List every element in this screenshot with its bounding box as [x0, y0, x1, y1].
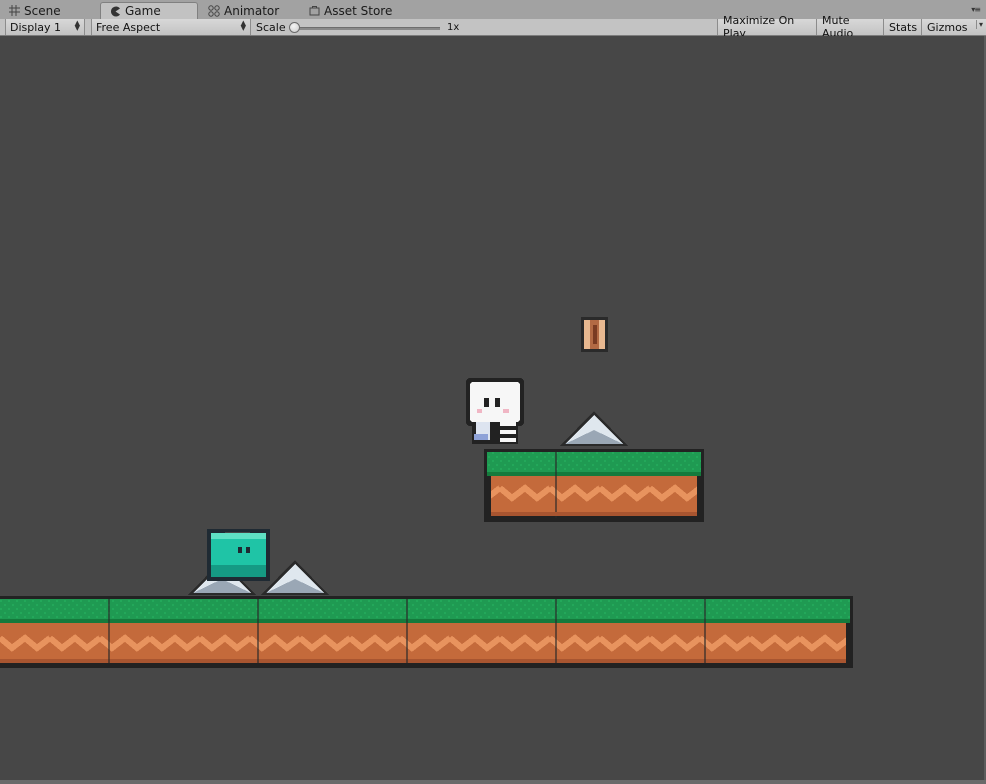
tab-menu-icon[interactable]: ▾≡: [971, 5, 981, 14]
scale-value: 1x: [447, 21, 460, 33]
floating-platform: [484, 449, 704, 522]
stats-toggle[interactable]: Stats: [883, 19, 921, 35]
enemy-character: [207, 529, 270, 581]
ground-platform: [0, 596, 853, 668]
bottom-edge: [0, 780, 986, 784]
tab-label: Animator: [224, 3, 280, 18]
gizmos-dropdown[interactable]: Gizmos ▾: [921, 19, 986, 35]
display-dropdown[interactable]: Display 1 ▲ ▼: [5, 19, 85, 35]
tab-animator[interactable]: Animator: [200, 2, 300, 19]
dropdown-arrows-icon: ▲ ▼: [240, 19, 246, 32]
aspect-value: Free Aspect: [96, 20, 161, 34]
tab-label: Game: [125, 4, 161, 18]
mute-audio-toggle[interactable]: Mute Audio: [816, 14, 883, 40]
chevron-down-icon: ▾: [975, 20, 983, 29]
tab-label: Scene: [24, 3, 61, 18]
pacman-icon: [109, 5, 121, 17]
tab-scene[interactable]: Scene: [0, 2, 98, 19]
dropdown-arrows-icon: ▲ ▼: [74, 19, 80, 32]
grid-icon: [8, 5, 20, 17]
game-view-toolbar: Display 1 ▲ ▼ Free Aspect ▲ ▼ Scale 1x Max…: [0, 14, 986, 40]
player-character: [466, 378, 524, 444]
scale-slider-thumb[interactable]: [289, 22, 300, 33]
maximize-on-play-toggle[interactable]: Maximize On Play: [717, 14, 816, 40]
scale-slider-track[interactable]: [295, 27, 440, 30]
scale-label: Scale: [256, 20, 286, 34]
display-value: Display 1: [10, 20, 62, 34]
tab-game[interactable]: Game: [100, 2, 198, 19]
aspect-dropdown[interactable]: Free Aspect ▲ ▼: [91, 19, 251, 35]
spike-ground-2: [261, 560, 329, 595]
spike-upper: [560, 411, 628, 446]
tab-label: Asset Store: [324, 3, 393, 18]
animator-icon: [208, 4, 220, 17]
store-bag-icon: [308, 5, 320, 17]
coin-collectible: [581, 317, 608, 352]
gizmos-label: Gizmos: [927, 20, 968, 34]
game-view-canvas[interactable]: [0, 36, 984, 780]
tab-asset-store[interactable]: Asset Store: [300, 2, 410, 19]
